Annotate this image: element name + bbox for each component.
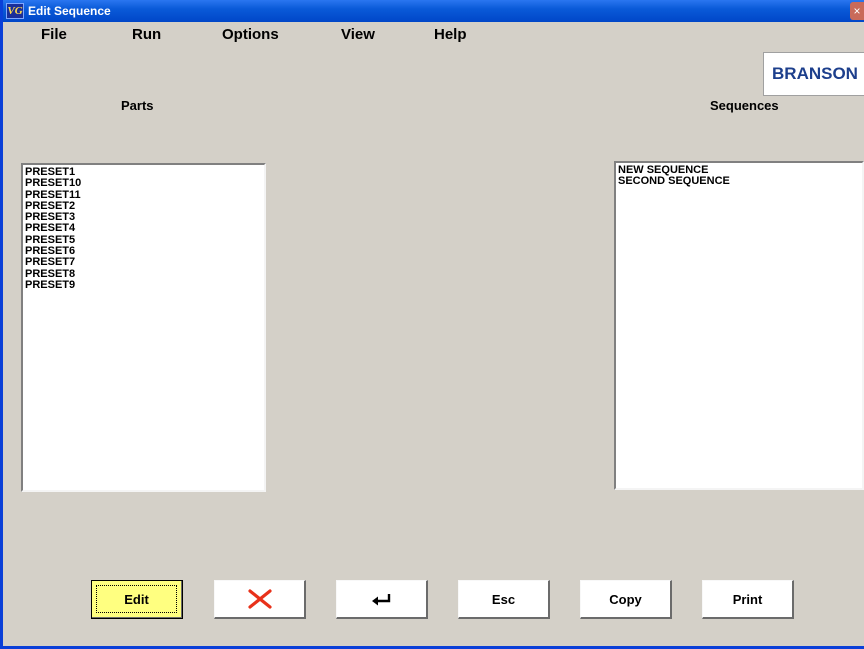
edit-sequence-window: VG Edit Sequence × File Run Options View… [0, 0, 864, 649]
sequences-label: Sequences [710, 98, 779, 113]
return-arrow-icon [371, 594, 390, 606]
print-button[interactable]: Print [702, 580, 794, 619]
enter-button[interactable] [336, 580, 428, 619]
esc-button[interactable]: Esc [458, 580, 550, 619]
focus-rect [96, 585, 177, 613]
esc-button-label: Esc [491, 591, 516, 607]
menu-options[interactable]: Options [222, 26, 279, 43]
close-icon[interactable]: × [850, 2, 864, 20]
branson-logo: BRANSON [763, 52, 864, 96]
sequences-list: NEW SEQUENCE SECOND SEQUENCE [618, 164, 862, 188]
list-item[interactable]: PRESET9 [25, 279, 264, 291]
menu-view[interactable]: View [341, 26, 375, 43]
print-button-label: Print [732, 591, 763, 607]
app-icon: VG [6, 3, 24, 19]
title-bar[interactable]: VG Edit Sequence × [3, 0, 864, 22]
delete-button[interactable] [214, 580, 306, 619]
parts-list: PRESET1 PRESET10 PRESET11 PRESET2 PRESET… [25, 166, 264, 291]
list-item[interactable]: PRESET10 [25, 177, 264, 189]
menu-bar: File Run Options View Help [6, 26, 506, 50]
list-item[interactable]: SECOND SEQUENCE [618, 175, 862, 187]
list-item[interactable]: PRESET7 [25, 257, 264, 269]
menu-file[interactable]: File [41, 26, 67, 43]
copy-button[interactable]: Copy [580, 580, 672, 619]
copy-button-label: Copy [609, 591, 642, 607]
delete-x-icon [247, 589, 272, 609]
sequences-listbox[interactable]: NEW SEQUENCE SECOND SEQUENCE [614, 161, 864, 490]
menu-run[interactable]: Run [132, 26, 161, 43]
parts-label: Parts [121, 98, 154, 113]
parts-listbox[interactable]: PRESET1 PRESET10 PRESET11 PRESET2 PRESET… [21, 163, 266, 492]
window-title: Edit Sequence [28, 4, 111, 18]
logo-text: BRANSON [772, 64, 858, 83]
edit-button[interactable]: Edit [91, 580, 183, 619]
menu-help[interactable]: Help [434, 26, 467, 43]
